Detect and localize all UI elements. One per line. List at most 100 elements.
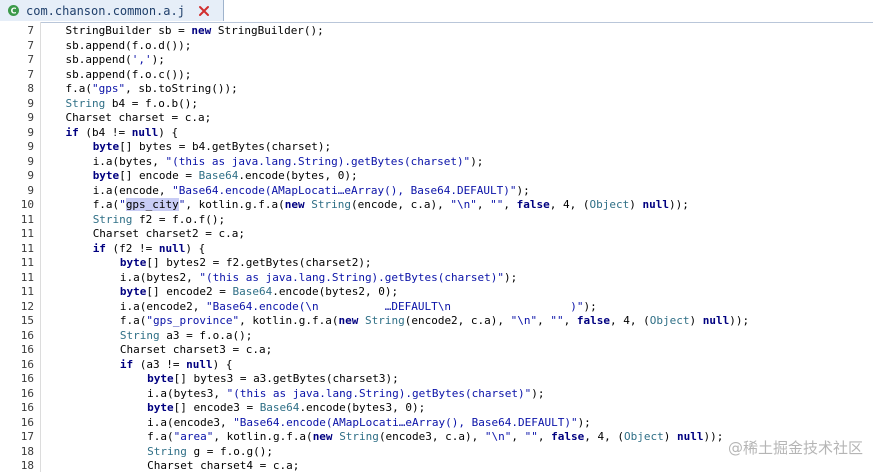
code-text: f.a("area", kotlin.g.f.a(new String(enco… (147, 430, 723, 445)
code-token: i.a(bytes3, (147, 386, 227, 400)
code-line[interactable]: Charset charset = c.a; (41, 111, 873, 126)
code-line[interactable]: byte[] encode2 = Base64.encode(bytes2, 0… (41, 285, 873, 300)
code-token: String (147, 444, 187, 458)
line-number: 7 (27, 67, 34, 81)
code-line[interactable]: f.a("gps", sb.toString()); (41, 82, 873, 97)
code-line[interactable]: byte[] encode = Base64.encode(bytes, 0); (41, 169, 873, 184)
code-token: "" (550, 314, 564, 327)
code-line[interactable]: Charset charset4 = c.a; (41, 459, 873, 472)
code-line[interactable]: Charset charset2 = c.a; (41, 227, 873, 242)
code-token: , 4, ( (549, 198, 590, 211)
code-token: Base64 (198, 169, 239, 182)
code-token: g = f.o.g(); (186, 444, 273, 458)
code-text: sb.append(','); (66, 53, 165, 68)
code-editor[interactable]: 7 7 7 7 8 9 9 9 9 9 9 9 10 11 11 11 11 11 11 12 15 16 16 16 16 16… (0, 22, 873, 472)
code-area[interactable]: StringBuilder sb = new StringBuilder(); s… (41, 22, 873, 472)
code-token: sb.append( (65, 53, 132, 66)
line-number: 16 (20, 328, 34, 342)
code-token: , kotlin.g.f.a( (213, 430, 313, 443)
line-number: 9 (27, 183, 34, 197)
code-line[interactable]: i.a(bytes2, "(this as java.lang.String).… (41, 271, 873, 286)
code-line[interactable]: i.a(encode, "Base64.encode(AMapLocati…eA… (41, 184, 873, 199)
line-number: 9 (27, 140, 34, 153)
line-number: 9 (27, 111, 34, 124)
code-line[interactable]: f.a("gps_city", kotlin.g.f.a(new String(… (41, 198, 873, 213)
code-token: false (516, 198, 550, 211)
code-line[interactable]: String f2 = f.o.f(); (41, 213, 873, 228)
line-number: 16 (20, 401, 34, 414)
code-token: new (338, 314, 359, 327)
code-token: f.a( (119, 314, 147, 327)
code-line[interactable]: String a3 = f.o.a(); (41, 329, 873, 344)
code-token: [] encode2 = (146, 285, 233, 298)
code-line[interactable]: i.a(encode3, "Base64.encode(AMapLocati…e… (41, 416, 873, 431)
code-line[interactable]: f.a("gps_province", kotlin.g.f.a(new Str… (41, 314, 873, 329)
code-text: byte[] encode = Base64.encode(bytes, 0); (93, 169, 358, 184)
code-token: " (119, 198, 126, 211)
code-token: new (312, 430, 333, 443)
code-token: (f2 != (105, 241, 159, 255)
code-token: "Base64.encode(AMapLocati…eArray(), Base… (233, 415, 578, 429)
code-text: if (f2 != null) { (93, 242, 206, 257)
code-line[interactable]: sb.append(f.o.c()); (41, 68, 873, 83)
code-line[interactable]: String b4 = f.o.b(); (41, 97, 873, 112)
code-line[interactable]: byte[] bytes = b4.getBytes(charset); (41, 140, 873, 155)
code-text: sb.append(f.o.c()); (66, 68, 192, 83)
code-line[interactable]: sb.append(f.o.d()); (41, 39, 873, 54)
code-line[interactable]: Charset charset3 = c.a; (41, 343, 873, 358)
code-token: , kotlin.g.f.a( (239, 314, 339, 327)
line-number: 11 (20, 241, 34, 255)
code-token: String (339, 430, 379, 443)
code-token: ) { (212, 357, 233, 371)
editor-tab[interactable]: C com.chanson.common.a.j (0, 0, 224, 21)
code-token: byte (147, 372, 174, 385)
code-token: ); (504, 270, 518, 284)
code-line[interactable]: if (f2 != null) { (41, 242, 873, 257)
code-line[interactable]: i.a(bytes, "(this as java.lang.String).g… (41, 155, 873, 170)
code-token: )); (703, 430, 724, 443)
code-token: )); (668, 198, 689, 211)
code-token: [] bytes = b4.getBytes(charset); (119, 140, 332, 153)
watermark: @稀土掘金技术社区 (727, 439, 863, 457)
code-line[interactable]: byte[] encode3 = Base64.encode(bytes3, 0… (41, 401, 873, 416)
code-token: ',' (131, 53, 152, 66)
code-token: false (551, 430, 585, 443)
code-token: String (364, 314, 405, 327)
code-text: Charset charset4 = c.a; (147, 459, 299, 472)
code-token: [] bytes2 = f2.getBytes(charset2); (146, 256, 372, 269)
code-token: Charset charset4 = c.a; (147, 459, 300, 472)
code-line[interactable]: i.a(encode2, "Base64.encode(\n …DEFAULT\… (41, 300, 873, 315)
tab-title: com.chanson.common.a.j (26, 3, 185, 18)
code-line[interactable]: if (a3 != null) { (41, 358, 873, 373)
code-token: StringBuilder sb = (65, 24, 192, 37)
line-number: 18 (20, 444, 34, 458)
code-line[interactable]: i.a(bytes3, "(this as java.lang.String).… (41, 387, 873, 402)
code-token: "(this as java.lang.String).getBytes(cha… (199, 270, 505, 284)
code-token: .encode(bytes2, 0); (272, 285, 399, 298)
code-text: byte[] encode3 = Base64.encode(bytes3, 0… (147, 401, 425, 416)
code-token: ) (663, 430, 678, 443)
line-number: 12 (20, 299, 34, 313)
close-icon[interactable] (197, 4, 211, 18)
code-line[interactable]: StringBuilder sb = new StringBuilder(); (41, 24, 873, 39)
code-token: Object (589, 198, 630, 211)
code-token: Object (649, 314, 690, 327)
code-line[interactable]: byte[] bytes3 = a3.getBytes(charset3); (41, 372, 873, 387)
code-token: String (92, 212, 133, 226)
code-token: "" (524, 430, 538, 443)
code-text: StringBuilder sb = new StringBuilder(); (66, 24, 324, 39)
code-line[interactable]: byte[] bytes2 = f2.getBytes(charset2); (41, 256, 873, 271)
code-text: f.a("gps", sb.toString()); (66, 82, 238, 97)
code-token: byte (92, 169, 120, 182)
code-line[interactable]: if (b4 != null) { (41, 126, 873, 141)
code-token: "\n" (484, 430, 512, 443)
code-token: ); (531, 386, 545, 400)
code-line[interactable]: sb.append(','); (41, 53, 873, 68)
code-token: String (65, 96, 106, 110)
code-token: , (563, 314, 577, 327)
code-token: , 4, ( (610, 314, 650, 327)
code-token: f2 = f.o.f(); (132, 212, 226, 226)
line-number: 18 (20, 459, 34, 472)
code-token: null (186, 357, 213, 371)
code-token: Base64 (259, 401, 300, 414)
